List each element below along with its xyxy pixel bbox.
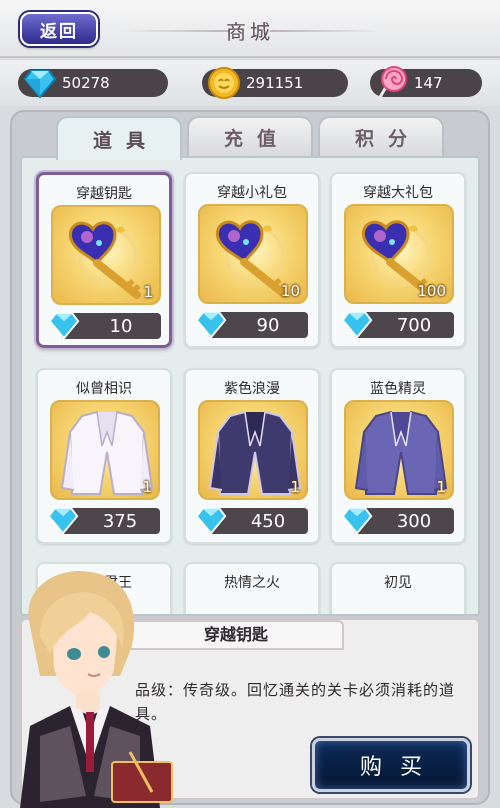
diamond-icon — [47, 507, 79, 535]
item-art: 100 — [344, 204, 454, 304]
item-quantity: 1 — [436, 478, 446, 496]
top-bar: 返回 商城 — [0, 0, 500, 58]
candy-count: 147 — [414, 74, 443, 92]
item-card[interactable]: 初见 — [330, 562, 466, 614]
candy-counter: 147 — [370, 66, 482, 100]
item-card[interactable]: 穿越钥匙 1 10 — [36, 172, 172, 348]
butler-character-illustration — [20, 570, 173, 808]
item-price: 90 — [195, 311, 308, 339]
page-title: 商城 — [226, 20, 274, 44]
diamond-counter: 50278 — [18, 69, 168, 99]
item-art: 1 — [198, 400, 308, 500]
coin-counter: 291151 — [202, 67, 348, 99]
item-quantity: 100 — [417, 282, 446, 300]
item-card[interactable]: 穿越大礼包 100 700 — [330, 172, 466, 348]
item-name: 穿越小礼包 — [217, 185, 287, 201]
diamond-icon — [48, 312, 80, 340]
item-quantity: 10 — [280, 282, 300, 300]
price-value: 450 — [250, 510, 286, 532]
item-card[interactable]: 穿越小礼包 10 90 — [184, 172, 320, 348]
price-value: 375 — [102, 510, 138, 532]
tab-points[interactable]: 积分 — [318, 116, 444, 156]
item-price: 450 — [195, 507, 308, 535]
item-card[interactable]: 蓝色精灵 1 300 — [330, 368, 466, 544]
buy-button[interactable]: 购买 — [312, 738, 470, 792]
currency-bar: 50278 291151 147 — [0, 60, 500, 106]
item-name: 穿越大礼包 — [363, 185, 433, 201]
diamond-icon — [195, 507, 227, 535]
item-quantity: 1 — [290, 478, 300, 496]
price-value: 90 — [256, 314, 280, 336]
item-name: 似曾相识 — [76, 381, 132, 397]
item-art: 1 — [50, 400, 160, 500]
item-name: 穿越钥匙 — [76, 186, 132, 202]
price-value: 700 — [396, 314, 432, 336]
item-name: 蓝色精灵 — [370, 381, 426, 397]
lollipop-icon — [377, 66, 407, 100]
item-quantity: 1 — [142, 478, 152, 496]
item-price: 300 — [341, 507, 454, 535]
item-grid: 穿越钥匙 1 10 穿越小礼包 10 90 穿越大礼包 100 700 似曾相识… — [20, 156, 480, 616]
diamond-icon — [195, 311, 227, 339]
item-name: 紫色浪漫 — [224, 381, 280, 397]
item-name: 初见 — [384, 575, 412, 591]
title-ornament-right — [270, 30, 380, 32]
item-art: 1 — [51, 205, 161, 305]
item-card[interactable]: 热情之火 — [184, 562, 320, 614]
price-value: 10 — [109, 315, 133, 337]
item-art: 10 — [198, 204, 308, 304]
item-price: 10 — [48, 312, 161, 340]
item-price: 700 — [341, 311, 454, 339]
item-quantity: 1 — [143, 283, 153, 301]
price-value: 300 — [396, 510, 432, 532]
item-name: 热情之火 — [224, 575, 280, 591]
item-art: 1 — [344, 400, 454, 500]
tab-recharge[interactable]: 充值 — [187, 116, 313, 156]
diamond-icon — [23, 70, 57, 99]
diamond-icon — [341, 507, 373, 535]
item-card[interactable]: 似曾相识 1 375 — [36, 368, 172, 544]
detail-description: 品级：传奇级。回忆通关的关卡必须消耗的道具。 — [135, 681, 456, 723]
coin-count: 291151 — [246, 74, 304, 92]
item-card[interactable]: 紫色浪漫 1 450 — [184, 368, 320, 544]
diamond-icon — [341, 311, 373, 339]
gold-coin-icon — [208, 67, 240, 99]
tab-items[interactable]: 道具 — [56, 116, 182, 160]
item-price: 375 — [47, 507, 160, 535]
diamond-count: 50278 — [62, 74, 110, 92]
